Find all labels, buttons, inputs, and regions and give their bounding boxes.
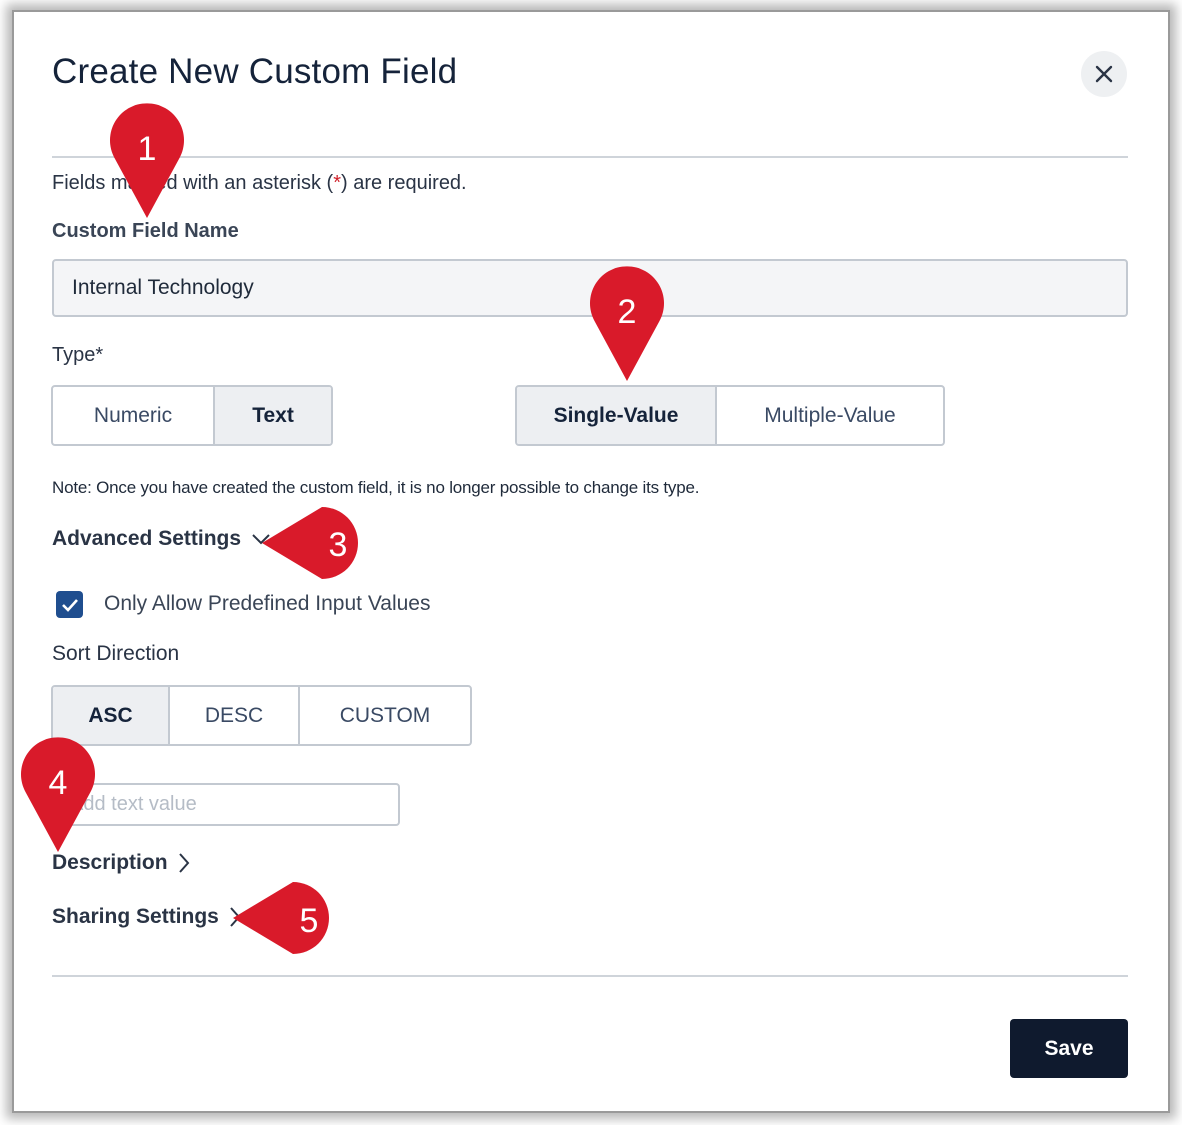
- advanced-settings-toggle[interactable]: Advanced Settings: [52, 527, 271, 551]
- save-button[interactable]: Save: [1010, 1019, 1128, 1078]
- sort-option-desc[interactable]: DESC: [170, 687, 300, 744]
- custom-field-name-label: Custom Field Name: [52, 220, 239, 242]
- close-button[interactable]: [1081, 51, 1127, 97]
- sort-option-custom[interactable]: CUSTOM: [300, 687, 470, 744]
- description-label: Description: [52, 851, 168, 874]
- add-text-value-input[interactable]: [52, 783, 400, 826]
- type-change-note: Note: Once you have created the custom f…: [52, 478, 700, 497]
- footer-divider: [52, 975, 1128, 977]
- description-toggle[interactable]: Description: [52, 851, 190, 875]
- custom-field-name-input[interactable]: [52, 259, 1128, 317]
- mode-option-multiple-value[interactable]: Multiple-Value: [717, 387, 943, 444]
- close-icon: [1095, 65, 1113, 83]
- sort-option-asc[interactable]: ASC: [53, 687, 170, 744]
- dialog-title: Create New Custom Field: [52, 52, 458, 91]
- mode-option-single-value[interactable]: Single-Value: [517, 387, 717, 444]
- type-option-numeric[interactable]: Numeric: [53, 387, 215, 444]
- sort-direction-toggle: ASC DESC CUSTOM: [51, 685, 472, 746]
- checkmark-icon: [61, 598, 78, 612]
- advanced-settings-label: Advanced Settings: [52, 527, 242, 550]
- data-type-toggle: Numeric Text: [51, 385, 333, 446]
- predefined-values-checkbox[interactable]: [56, 591, 83, 618]
- chevron-right-icon: [230, 907, 241, 927]
- required-fields-note: Fields marked with an asterisk (*) are r…: [52, 172, 467, 194]
- chevron-down-icon: [252, 534, 270, 545]
- sharing-settings-label: Sharing Settings: [52, 905, 219, 928]
- predefined-values-label: Only Allow Predefined Input Values: [104, 592, 431, 615]
- sort-direction-label: Sort Direction: [52, 642, 180, 665]
- chevron-right-icon: [178, 853, 189, 873]
- header-divider: [52, 156, 1128, 158]
- type-option-text[interactable]: Text: [215, 387, 331, 444]
- required-asterisk: *: [333, 172, 341, 194]
- sharing-settings-toggle[interactable]: Sharing Settings: [52, 905, 241, 929]
- value-mode-toggle: Single-Value Multiple-Value: [515, 385, 945, 446]
- type-label: Type*: [52, 344, 104, 366]
